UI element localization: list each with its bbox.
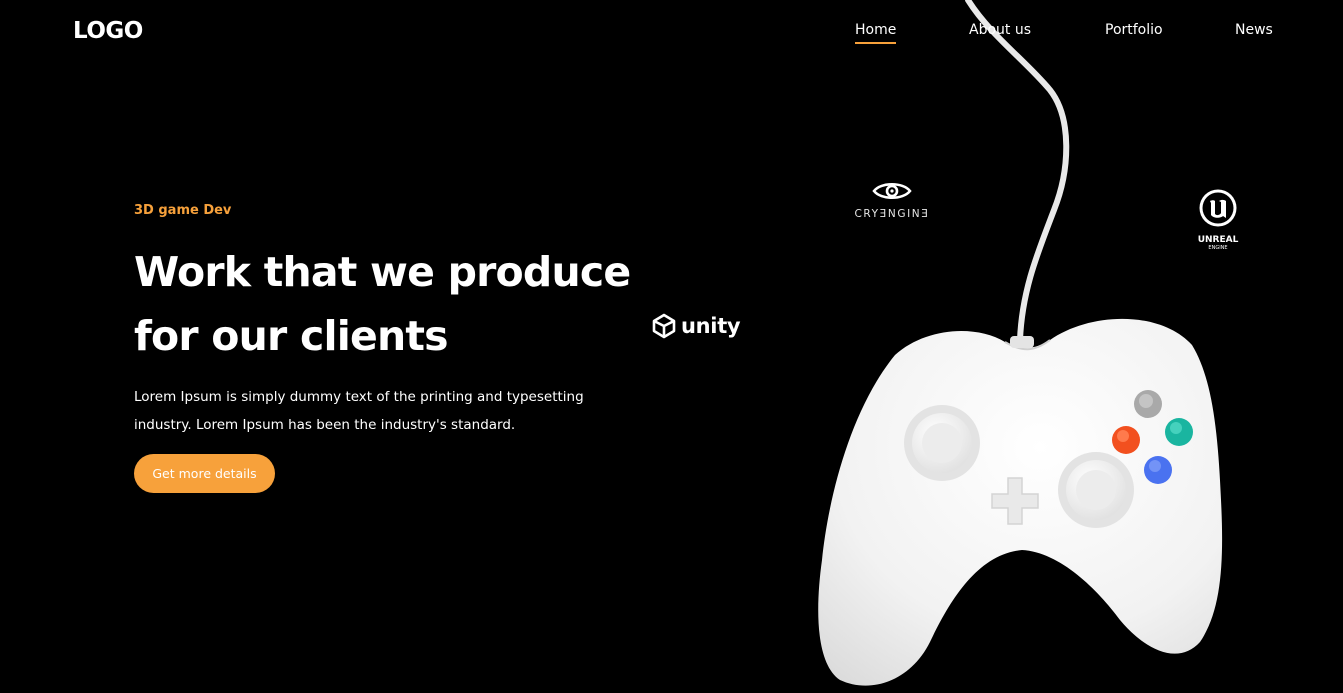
controller-cable [965,0,1070,343]
hero-description-line-2: industry. Lorem Ipsum has been the indus… [134,417,516,433]
hero-description: Lorem Ipsum is simply dummy text of the … [134,383,634,439]
hero-description-line-1: Lorem Ipsum is simply dummy text of the … [134,389,584,405]
unity-logo: unity [650,310,741,342]
get-more-details-button[interactable]: Get more details [134,454,275,493]
hero-eyebrow: 3D game Dev [134,203,232,218]
unity-cube-icon [652,313,676,339]
unity-logo-text: unity [681,314,741,338]
game-controller-illustration [818,0,1223,686]
nav-news[interactable]: News [1235,22,1273,38]
left-thumbstick [904,405,980,481]
nav-portfolio[interactable]: Portfolio [1105,22,1163,38]
right-thumbstick [1058,452,1134,528]
hero-title-line-2: for our clients [134,312,449,360]
hero-title-line-1: Work that we produce [134,248,631,296]
nav-about-us[interactable]: About us [969,22,1031,38]
hero-title: Work that we produce for our clients [134,240,674,368]
nav-home[interactable]: Home [855,22,897,44]
